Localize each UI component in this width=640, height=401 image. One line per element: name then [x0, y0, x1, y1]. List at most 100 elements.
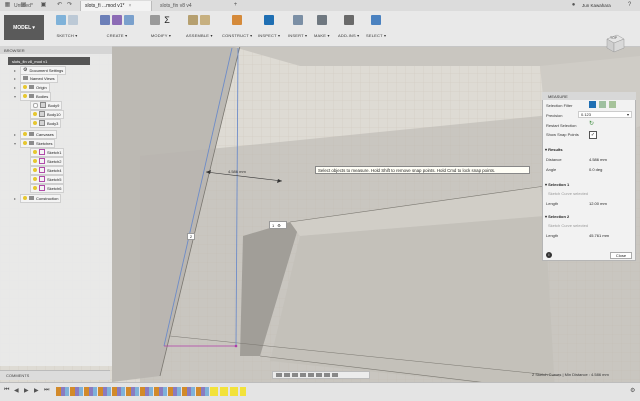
browser-item-construction[interactable]: ▸ Construction — [14, 193, 62, 203]
visibility-bulb-icon[interactable] — [23, 196, 27, 200]
browser-item-sketch2[interactable]: Sketch2 — [30, 156, 65, 166]
visibility-bulb-icon[interactable] — [33, 112, 37, 116]
timeline-play-icon[interactable]: ▶ — [24, 387, 29, 394]
visibility-bulb-icon[interactable] — [23, 94, 27, 98]
filter-face-icon[interactable] — [589, 101, 596, 108]
browser-item-origin[interactable]: ▸ Origin — [14, 82, 50, 92]
visibility-bulb-icon[interactable] — [23, 132, 27, 136]
help-icon[interactable]: ? — [626, 2, 633, 9]
user-name[interactable]: Jun Kawahara — [582, 3, 611, 8]
precision-select[interactable]: 0.123 ▾ — [578, 111, 632, 118]
info-icon[interactable]: i — [546, 252, 552, 258]
zoom-icon[interactable] — [300, 373, 306, 377]
insert-menu-label: INSERT ▾ — [288, 33, 308, 38]
browser-root-item[interactable]: slots_fin v8_mod v1 — [8, 57, 90, 65]
joint-icon[interactable] — [188, 15, 199, 25]
add-ins-group[interactable]: ADD-INS ▾ — [338, 13, 359, 38]
timeline-next-icon[interactable]: ▶ — [34, 387, 39, 394]
stop-sketch-icon[interactable] — [68, 15, 78, 25]
browser-item-body9[interactable]: Body9 — [30, 100, 63, 110]
browser-item-sketch1[interactable]: Sketch1 — [30, 147, 65, 157]
make-group[interactable]: MAKE ▾ — [314, 13, 330, 38]
measure-dialog-header[interactable]: MEASURE — [542, 92, 636, 100]
filter-edge-icon[interactable] — [599, 101, 606, 108]
point-label-1[interactable]: 1 ⚙ — [269, 221, 287, 229]
grid-settings-icon[interactable] — [324, 373, 330, 377]
visibility-bulb-icon[interactable] — [33, 150, 37, 154]
modify-group[interactable]: Σ MODIFY ▾ — [150, 13, 172, 38]
folder-icon — [29, 196, 34, 200]
plane-icon[interactable] — [232, 15, 243, 25]
timeline-start-icon[interactable]: ⏮ — [4, 387, 9, 394]
comments-panel[interactable]: COMMENTS — [0, 370, 110, 380]
timeline-features[interactable] — [56, 387, 210, 396]
visibility-bulb-icon[interactable] — [33, 186, 37, 190]
fit-icon[interactable] — [308, 373, 314, 377]
visibility-bulb-icon[interactable] — [33, 168, 37, 172]
new-tab-icon[interactable]: + — [232, 2, 239, 9]
3d-print-icon[interactable] — [316, 15, 327, 25]
sketch-point[interactable] — [234, 344, 238, 348]
snap-points-checkbox[interactable]: ✓ — [589, 131, 597, 139]
tab-untitled[interactable]: Untitled* — [2, 1, 78, 11]
item-label: Origin — [36, 84, 47, 90]
browser-item-sketches[interactable]: ▾ Sketches — [14, 138, 56, 148]
scripts-icon[interactable] — [343, 15, 354, 25]
revolve-icon[interactable] — [112, 15, 122, 25]
inspect-group[interactable]: INSPECT ▾ — [258, 13, 280, 38]
extrude-icon[interactable] — [100, 15, 110, 25]
tab-slots-fin[interactable]: slots_fin v8 v4 — [156, 1, 228, 11]
measure-icon[interactable] — [264, 15, 275, 25]
browser-item-bodies[interactable]: ▾ Bodies — [14, 91, 52, 101]
browser-item-named-views[interactable]: ▸ Named Views — [14, 73, 58, 83]
pan-icon[interactable] — [292, 373, 298, 377]
close-button[interactable]: Close — [610, 252, 632, 259]
browser-item-canvases[interactable]: ▸ Canvases — [14, 129, 57, 139]
restart-selection-icon[interactable]: ↻ — [589, 121, 597, 128]
insert-image-icon[interactable] — [292, 15, 303, 25]
display-settings-icon[interactable] — [316, 373, 322, 377]
look-at-icon[interactable] — [284, 373, 290, 377]
browser-item-sketch5[interactable]: Sketch5 — [30, 174, 65, 184]
create-group[interactable]: CREATE ▾ — [100, 13, 134, 38]
press-pull-icon[interactable] — [150, 15, 160, 25]
create-sketch-icon[interactable] — [56, 15, 66, 25]
visibility-bulb-off-icon[interactable] — [33, 102, 38, 108]
browser-item-body3[interactable]: Body3 — [30, 118, 62, 128]
select-cursor-icon[interactable] — [371, 15, 382, 25]
results-section[interactable]: ▾ Results — [545, 145, 563, 153]
browser-item-sketch6[interactable]: Sketch6 — [30, 183, 65, 193]
timeline-end-icon[interactable]: ⏭ — [44, 387, 49, 394]
timeline-sketch-features[interactable] — [210, 387, 246, 396]
box-icon[interactable] — [124, 15, 134, 25]
body-icon — [39, 111, 45, 117]
orbit-icon[interactable] — [276, 373, 282, 377]
assemble-group[interactable]: ASSEMBLE ▾ — [186, 13, 213, 38]
make-menu-label: MAKE ▾ — [314, 33, 330, 38]
filter-body-icon[interactable] — [609, 101, 616, 108]
sigma-icon[interactable]: Σ — [162, 15, 172, 25]
tab-slots-mod[interactable]: slots_fi ...mod v1* × — [80, 1, 152, 11]
component-icon[interactable] — [200, 15, 211, 25]
timeline-prev-icon[interactable]: ◀ — [14, 387, 19, 394]
selection2-length-label: Length — [546, 232, 559, 238]
construct-group[interactable]: CONSTRUCT ▾ — [222, 13, 252, 38]
browser-item-sketch4[interactable]: Sketch4 — [30, 165, 65, 175]
slot-floor-face[interactable] — [270, 216, 555, 382]
workspace-switcher-button[interactable]: MODEL ▾ — [4, 15, 44, 40]
visibility-bulb-icon[interactable] — [23, 141, 27, 145]
browser-header[interactable]: BROWSER — [0, 46, 112, 54]
selection1-section[interactable]: ▾ Selection 1 — [545, 180, 569, 188]
viewports-icon[interactable] — [332, 373, 338, 377]
selection2-section[interactable]: ▾ Selection 2 — [545, 212, 569, 220]
visibility-bulb-icon[interactable] — [23, 85, 27, 89]
visibility-bulb-icon[interactable] — [33, 121, 37, 125]
gear-icon[interactable]: ⚙ — [630, 387, 635, 394]
close-icon[interactable]: × — [128, 3, 131, 9]
sketch-group[interactable]: SKETCH ▾ — [56, 13, 78, 38]
insert-group[interactable]: INSERT ▾ — [288, 13, 307, 38]
select-group[interactable]: SELECT ▾ — [366, 13, 386, 38]
visibility-bulb-icon[interactable] — [33, 159, 37, 163]
visibility-bulb-icon[interactable] — [33, 177, 37, 181]
browser-item-body10[interactable]: Body10 — [30, 109, 64, 119]
